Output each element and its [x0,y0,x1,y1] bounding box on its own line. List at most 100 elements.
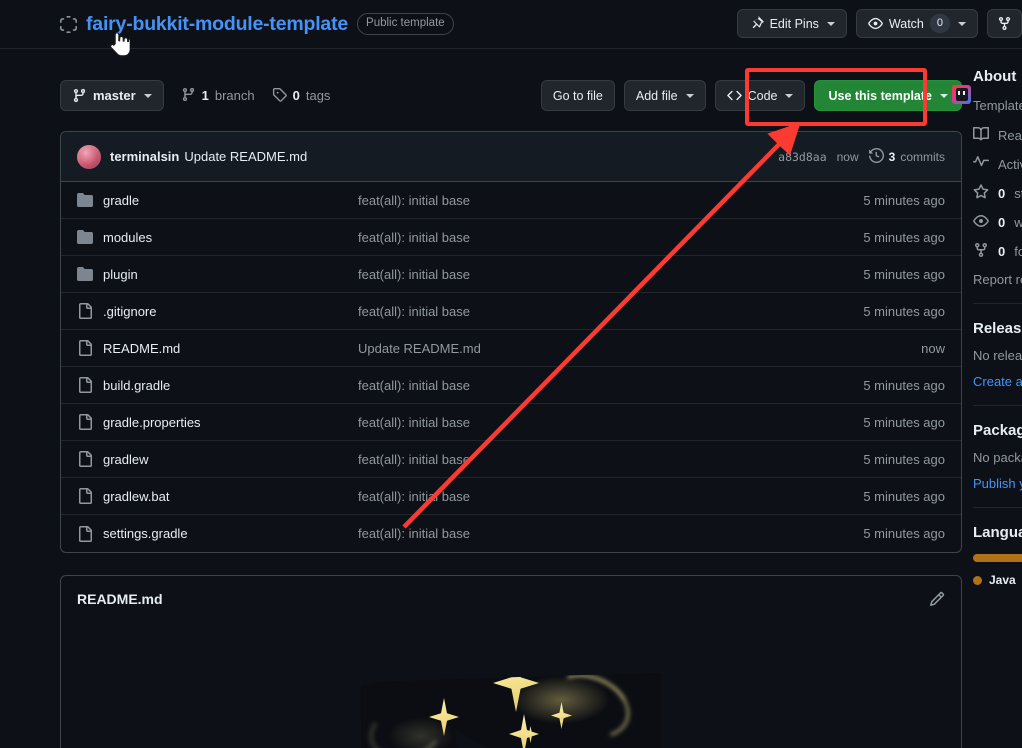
file-commit-message[interactable]: feat(all): initial base [358,526,863,541]
table-row[interactable]: gradle.properties feat(all): initial base… [61,404,961,441]
fork-button[interactable] [987,9,1022,38]
file-commit-message[interactable]: feat(all): initial base [358,193,863,208]
sidebar-link-activity[interactable]: Activity [973,155,1022,174]
language-name[interactable]: Java [989,573,1016,587]
branch-icon [181,87,196,105]
pencil-icon[interactable] [929,591,945,607]
readme-title: README.md [77,591,163,607]
file-commit-time: 5 minutes ago [863,266,945,282]
file-name[interactable]: gradlew [103,452,358,467]
table-row[interactable]: gradle feat(all): initial base 5 minutes a… [61,182,961,219]
publish-package-link[interactable]: Publish your first package [973,476,1022,491]
file-name[interactable]: .gitignore [103,304,358,319]
file-name[interactable]: gradlew.bat [103,489,358,504]
file-commit-message[interactable]: feat(all): initial base [358,489,863,504]
commit-time: now [836,149,859,164]
code-button[interactable]: Code [714,80,806,111]
code-label: Code [747,88,778,103]
sparkle-icon [493,673,539,712]
chevron-down-icon [785,93,794,98]
file-name[interactable]: gradle.properties [103,415,358,430]
avatar [77,144,101,169]
language-item-java[interactable]: Java [973,573,1022,587]
branch-count-link[interactable]: 1 branch [181,87,255,105]
file-name[interactable]: gradle [103,193,358,208]
create-release-link[interactable]: Create a new release [973,374,1022,389]
file-commit-message[interactable]: Update README.md [358,341,921,356]
language-bar [973,554,1022,563]
mouse-cursor [110,32,130,57]
branch-icon [72,88,87,103]
latest-commit-bar: terminalsin Update README.md a83d8aa now… [61,132,961,182]
sidebar-watching-count: 0 [998,215,1006,231]
edit-pins-button[interactable]: Edit Pins [736,9,847,38]
history-icon [868,147,884,166]
file-name[interactable]: build.gradle [103,378,358,393]
table-row[interactable]: build.gradle feat(all): initial base 5 min… [61,367,961,404]
table-row[interactable]: plugin feat(all): initial base 5 minutes a… [61,256,961,293]
table-row[interactable]: .gitignore feat(all): initial base 5 minut… [61,293,961,330]
file-commit-message[interactable]: feat(all): initial base [358,378,863,393]
about-description: Template for fairy bukkit modules [973,98,1022,113]
header-actions: Edit Pins Watch 0 [736,9,1022,38]
file-listing: terminalsin Update README.md a83d8aa now… [60,131,962,553]
sidebar-activity-label: Activity [998,157,1022,173]
commit-message[interactable]: Update README.md [184,149,307,164]
table-row[interactable]: gradlew.bat feat(all): initial base 5 minu… [61,478,961,515]
releases-heading: Releases [973,320,1022,338]
table-row[interactable]: modules feat(all): initial base 5 minutes … [61,219,961,256]
about-heading: About [973,68,1017,85]
file-commit-message[interactable]: feat(all): initial base [358,230,863,245]
file-commit-message[interactable]: feat(all): initial base [358,452,863,467]
sidebar-link-stars[interactable]: 0 stars [973,184,1022,203]
pin-icon [749,16,764,31]
table-row[interactable]: README.md Update README.md now [61,330,961,367]
fork-icon [997,16,1012,31]
sidebar-link-watching[interactable]: 0 watching [973,213,1022,232]
tag-word: tags [305,88,331,103]
edit-pins-label: Edit Pins [769,16,819,31]
file-icon [77,488,93,504]
file-commit-time: 5 minutes ago [863,192,945,208]
browser-extension-icon[interactable] [952,85,971,104]
file-name[interactable]: README.md [103,341,358,356]
file-commit-time: 5 minutes ago [863,526,945,541]
readme-content [61,622,961,748]
add-file-button[interactable]: Add file [623,80,706,111]
releases-empty-text: No releases published [973,348,1022,364]
sidebar-forks-count: 0 [998,244,1006,260]
file-icon [77,377,93,393]
chevron-down-icon [958,21,966,26]
tag-count: 0 [292,88,300,103]
table-row[interactable]: settings.gradle feat(all): initial base 5 … [61,515,961,552]
file-name[interactable]: plugin [103,267,358,282]
table-row[interactable]: gradlew feat(all): initial base 5 minutes … [61,441,961,478]
use-this-template-button[interactable]: Use this template [814,80,962,111]
file-commit-message[interactable]: feat(all): initial base [358,267,863,282]
add-file-label: Add file [635,88,678,103]
use-this-template-label: Use this template [828,88,932,103]
file-commit-message[interactable]: feat(all): initial base [358,415,863,430]
file-commit-message[interactable]: feat(all): initial base [358,304,863,319]
sidebar-link-forks[interactable]: 0 forks [973,242,1022,261]
file-name[interactable]: modules [103,230,358,245]
sidebar-forks-label: forks [1014,244,1022,260]
toolbar-left-group: master 1 branch 0 tags [60,80,330,111]
go-to-file-button[interactable]: Go to file [540,80,615,111]
watch-button[interactable]: Watch 0 [855,9,978,38]
sidebar-watching-label: watching [1014,215,1022,231]
commit-author[interactable]: terminalsin [110,149,179,164]
file-icon [77,303,93,319]
report-repository-link[interactable]: Report repository [973,272,1022,287]
github-repository-page: fairy-bukkit-module-template Public temp… [0,0,1022,748]
branch-selector[interactable]: master [60,80,164,111]
sidebar-link-readme[interactable]: Readme [973,126,1022,145]
commit-history-link[interactable]: 3 commits [868,147,945,166]
commits-word: commits [900,149,945,164]
file-icon [77,414,93,430]
file-name[interactable]: settings.gradle [103,526,358,541]
eye-icon [973,213,989,232]
commit-sha[interactable]: a83d8aa [778,150,826,164]
code-icon [726,88,742,103]
tag-count-link[interactable]: 0 tags [272,87,331,105]
